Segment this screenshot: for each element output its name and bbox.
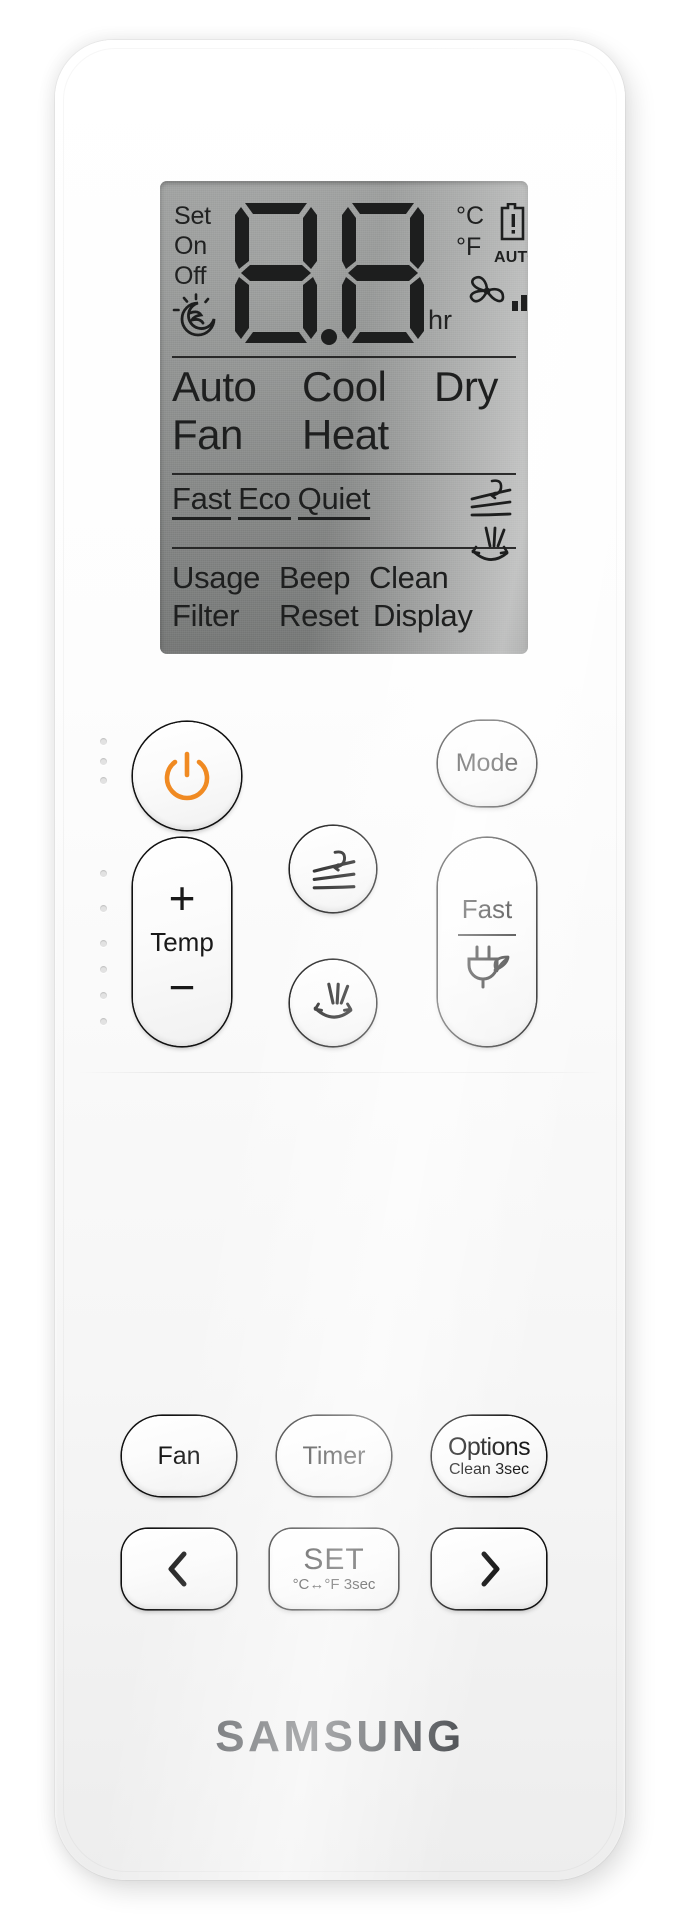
fast-button-divider <box>458 934 516 936</box>
function-clean: Clean <box>369 560 449 595</box>
mode-button[interactable]: Mode <box>438 721 536 806</box>
option-quiet: Quiet <box>297 481 371 520</box>
fan-icon <box>469 275 505 303</box>
unit-fahrenheit: °F <box>456 233 482 261</box>
previous-button[interactable] <box>122 1529 236 1609</box>
function-display: Display <box>373 598 473 633</box>
mode-heat: Heat <box>302 411 389 458</box>
option-eco: Eco <box>238 481 291 520</box>
remote-control-body: Set On Off hr °C °F AUT Auto Cool Dry Fa… <box>55 40 625 1880</box>
fast-button[interactable]: Fast <box>438 838 536 1046</box>
option-labels: Fast Eco Quiet <box>172 481 377 520</box>
function-usage: Usage <box>172 560 261 595</box>
label-set: Set <box>174 202 211 230</box>
function-filter: Filter <box>172 598 240 633</box>
temperature-digits <box>235 203 424 345</box>
next-button[interactable] <box>432 1529 546 1609</box>
plug-leaf-icon <box>467 945 510 989</box>
option-fast: Fast <box>172 481 231 520</box>
lcd-divider-3 <box>172 547 516 549</box>
unit-celsius: °C <box>456 202 485 230</box>
label-on: On <box>174 232 207 260</box>
function-labels: Usage Beep Clean Filter Reset Display <box>172 559 518 635</box>
function-reset: Reset <box>279 598 359 633</box>
mode-fan: Fan <box>172 411 243 458</box>
power-icon <box>164 751 210 801</box>
set-button-label: SET <box>303 1543 365 1576</box>
hour-unit-label: hr <box>428 305 453 335</box>
timer-button[interactable]: Timer <box>277 1416 391 1496</box>
auto-fan-label: AUTO <box>494 249 528 266</box>
power-button[interactable] <box>133 722 241 830</box>
temp-down-label: − <box>168 960 196 1013</box>
temperature-unit-labels: °C °F <box>456 201 484 263</box>
chevron-left-icon <box>168 1551 187 1587</box>
temp-button-label: Temp <box>150 926 214 957</box>
swing-horizontal-button[interactable] <box>290 826 376 912</box>
options-button-label: Options <box>448 1432 531 1461</box>
timer-state-labels: Set On Off <box>174 201 211 291</box>
swing-horizontal-icon <box>312 850 356 890</box>
fan-button[interactable]: Fan <box>122 1416 236 1496</box>
temp-button[interactable]: + Temp − <box>133 838 231 1046</box>
fan-button-label: Fan <box>157 1441 201 1470</box>
swing-vertical-icon <box>313 982 353 1019</box>
set-button[interactable]: SET °C↔°F 3sec <box>270 1529 398 1609</box>
battery-low-icon <box>500 203 525 241</box>
swing-vertical-button[interactable] <box>290 960 376 1046</box>
mode-cool: Cool <box>302 363 387 410</box>
mode-labels: Auto Cool Dry Fan Heat <box>172 363 516 459</box>
moon-sleep-icon <box>172 293 216 337</box>
signal-bars-icon <box>512 277 528 311</box>
temp-up-label: + <box>168 871 196 924</box>
timer-button-label: Timer <box>302 1441 366 1470</box>
label-off: Off <box>174 262 207 290</box>
mode-dry: Dry <box>434 363 498 410</box>
lcd-display: Set On Off hr °C °F AUT Auto Cool Dry Fa… <box>160 181 528 654</box>
options-button[interactable]: Options Clean 3sec <box>432 1416 546 1496</box>
set-button-sublabel: °C↔°F 3sec <box>292 1576 376 1593</box>
lcd-divider-1 <box>172 356 516 358</box>
lcd-divider-2 <box>172 473 516 475</box>
mode-auto: Auto <box>172 363 257 410</box>
options-button-sublabel: Clean 3sec <box>448 1460 530 1478</box>
braille-dots-power <box>100 738 114 784</box>
body-seam <box>77 1072 603 1073</box>
swing-horizontal-icon <box>470 479 512 517</box>
function-beep: Beep <box>279 560 351 595</box>
fast-button-label: Fast <box>461 894 513 924</box>
brand-logo: SAMSUNG <box>215 1712 465 1761</box>
braille-dots-temp <box>100 870 114 1030</box>
chevron-right-icon <box>481 1551 500 1587</box>
mode-button-label: Mode <box>455 749 519 777</box>
